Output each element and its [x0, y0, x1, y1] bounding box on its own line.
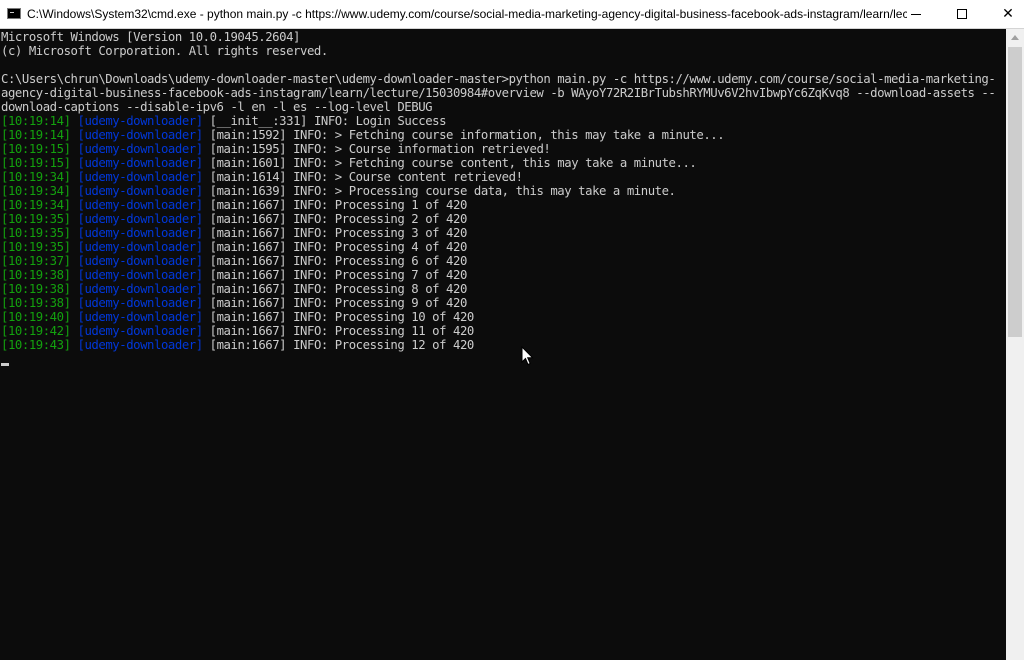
log-message: [main:1667] INFO: Processing 7 of 420 — [202, 268, 468, 282]
maximize-button[interactable] — [939, 0, 985, 28]
log-source: [udemy-downloader] — [77, 128, 204, 142]
log-line: [10:19:35] [udemy-downloader] [main:1667… — [1, 240, 1006, 254]
command-line: download-captions --disable-ipv6 -l en -… — [1, 100, 433, 114]
log-source: [udemy-downloader] — [77, 268, 204, 282]
log-message: [main:1592] INFO: > Fetching course info… — [202, 128, 725, 142]
log-timestamp: [10:19:35] — [1, 212, 71, 226]
log-timestamp: [10:19:15] — [1, 142, 71, 156]
log-source: [udemy-downloader] — [77, 282, 204, 296]
log-line: [10:19:34] [udemy-downloader] [main:1639… — [1, 184, 1006, 198]
console-output[interactable]: Microsoft Windows [Version 10.0.19045.26… — [0, 29, 1006, 660]
log-source: [udemy-downloader] — [77, 338, 204, 352]
log-source: [udemy-downloader] — [77, 226, 204, 240]
log-timestamp: [10:19:38] — [1, 282, 71, 296]
log-line: [10:19:34] [udemy-downloader] [main:1614… — [1, 170, 1006, 184]
log-line: [10:19:37] [udemy-downloader] [main:1667… — [1, 254, 1006, 268]
log-line: [10:19:43] [udemy-downloader] [main:1667… — [1, 338, 1006, 352]
console-line: Microsoft Windows [Version 10.0.19045.26… — [1, 30, 300, 44]
log-message: [main:1667] INFO: Processing 11 of 420 — [202, 324, 475, 338]
mouse-pointer-icon — [521, 346, 534, 366]
log-timestamp: [10:19:42] — [1, 324, 71, 338]
command-line: C:\Users\chrun\Downloads\udemy-downloade… — [1, 72, 996, 86]
log-message: [main:1667] INFO: Processing 9 of 420 — [202, 296, 468, 310]
log-timestamp: [10:19:34] — [1, 170, 71, 184]
log-source: [udemy-downloader] — [77, 240, 204, 254]
log-message: [main:1639] INFO: > Processing course da… — [202, 184, 676, 198]
log-source: [udemy-downloader] — [77, 142, 204, 156]
log-message: [main:1667] INFO: Processing 4 of 420 — [202, 240, 468, 254]
close-button[interactable]: ✕ — [985, 0, 1024, 28]
log-source: [udemy-downloader] — [77, 170, 204, 184]
console-line: (c) Microsoft Corporation. All rights re… — [1, 44, 328, 58]
minimize-icon — [911, 13, 921, 15]
log-timestamp: [10:19:35] — [1, 240, 71, 254]
log-message: [main:1667] INFO: Processing 2 of 420 — [202, 212, 468, 226]
log-source: [udemy-downloader] — [77, 310, 204, 324]
scroll-up-button[interactable] — [1006, 29, 1024, 46]
log-source: [udemy-downloader] — [77, 212, 204, 226]
log-line: [10:19:40] [udemy-downloader] [main:1667… — [1, 310, 1006, 324]
cmd-icon[interactable] — [7, 8, 21, 19]
log-timestamp: [10:19:34] — [1, 184, 71, 198]
log-message: [main:1667] INFO: Processing 1 of 420 — [202, 198, 468, 212]
log-timestamp: [10:19:14] — [1, 114, 71, 128]
log-message: [main:1614] INFO: > Course content retri… — [202, 170, 523, 184]
cmd-window: C:\Windows\System32\cmd.exe - python mai… — [0, 0, 1024, 660]
log-line: [10:19:15] [udemy-downloader] [main:1595… — [1, 142, 1006, 156]
minimize-button[interactable] — [893, 0, 939, 28]
log-message: [main:1667] INFO: Processing 6 of 420 — [202, 254, 468, 268]
log-timestamp: [10:19:38] — [1, 296, 71, 310]
log-line: [10:19:34] [udemy-downloader] [main:1667… — [1, 198, 1006, 212]
log-source: [udemy-downloader] — [77, 324, 204, 338]
log-timestamp: [10:19:38] — [1, 268, 71, 282]
log-message: [main:1667] INFO: Processing 3 of 420 — [202, 226, 468, 240]
log-source: [udemy-downloader] — [77, 198, 204, 212]
log-message: [main:1667] INFO: Processing 10 of 420 — [202, 310, 475, 324]
log-timestamp: [10:19:37] — [1, 254, 71, 268]
log-line: [10:19:14] [udemy-downloader] [main:1592… — [1, 128, 1006, 142]
log-timestamp: [10:19:34] — [1, 198, 71, 212]
log-source: [udemy-downloader] — [77, 296, 204, 310]
log-message: [main:1667] INFO: Processing 8 of 420 — [202, 282, 468, 296]
prompt-line — [1, 352, 1006, 366]
vertical-scrollbar[interactable] — [1006, 29, 1024, 660]
maximize-icon — [957, 9, 967, 19]
log-message: [__init__:331] INFO: Login Success — [202, 114, 447, 128]
log-line: [10:19:35] [udemy-downloader] [main:1667… — [1, 212, 1006, 226]
log-timestamp: [10:19:35] — [1, 226, 71, 240]
log-source: [udemy-downloader] — [77, 156, 204, 170]
log-line: [10:19:38] [udemy-downloader] [main:1667… — [1, 282, 1006, 296]
log-timestamp: [10:19:43] — [1, 338, 71, 352]
log-timestamp: [10:19:15] — [1, 156, 71, 170]
close-icon: ✕ — [1002, 6, 1014, 22]
log-line: [10:19:38] [udemy-downloader] [main:1667… — [1, 268, 1006, 282]
log-line: [10:19:14] [udemy-downloader] [__init__:… — [1, 114, 1006, 128]
log-message: [main:1595] INFO: > Course information r… — [202, 142, 551, 156]
log-timestamp: [10:19:14] — [1, 128, 71, 142]
log-source: [udemy-downloader] — [77, 254, 204, 268]
scrollbar-thumb[interactable] — [1008, 47, 1022, 337]
log-message: [main:1667] INFO: Processing 12 of 420 — [202, 338, 475, 352]
window-title: C:\Windows\System32\cmd.exe - python mai… — [27, 7, 907, 21]
log-timestamp: [10:19:40] — [1, 310, 71, 324]
title-bar[interactable]: C:\Windows\System32\cmd.exe - python mai… — [0, 0, 1024, 29]
text-cursor — [1, 363, 9, 366]
log-source: [udemy-downloader] — [77, 184, 204, 198]
log-source: [udemy-downloader] — [77, 114, 204, 128]
log-list: [10:19:14] [udemy-downloader] [__init__:… — [1, 114, 1006, 352]
command-line: agency-digital-business-facebook-ads-ins… — [1, 86, 996, 100]
log-line: [10:19:42] [udemy-downloader] [main:1667… — [1, 324, 1006, 338]
chevron-up-icon — [1011, 35, 1019, 40]
log-message: [main:1601] INFO: > Fetching course cont… — [202, 156, 697, 170]
log-line: [10:19:15] [udemy-downloader] [main:1601… — [1, 156, 1006, 170]
log-line: [10:19:35] [udemy-downloader] [main:1667… — [1, 226, 1006, 240]
log-line: [10:19:38] [udemy-downloader] [main:1667… — [1, 296, 1006, 310]
